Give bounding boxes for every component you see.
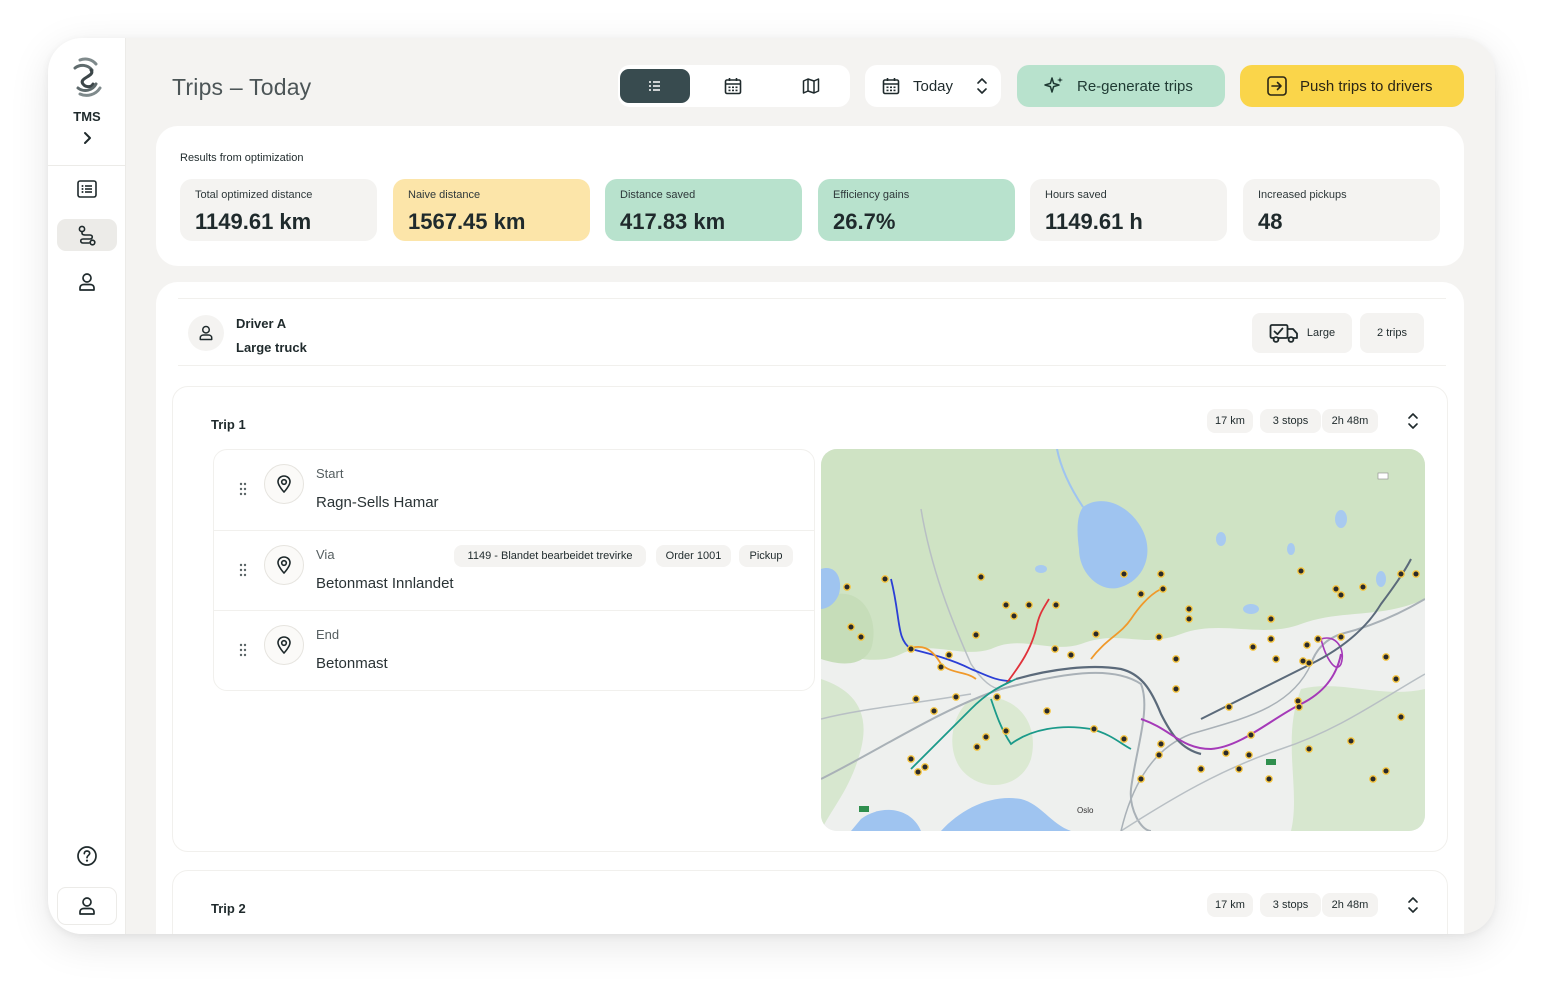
vehicle-size-label: Large: [1306, 327, 1336, 339]
stat-label: Naive distance: [408, 189, 481, 201]
drag-handle-icon[interactable]: [238, 563, 248, 577]
user-icon: [79, 273, 95, 291]
location-pin-icon: [264, 625, 304, 665]
trip-stops-badge: 3 stops: [1260, 893, 1321, 917]
trip-title: Trip 1: [211, 417, 246, 432]
results-title: Results from optimization: [180, 152, 304, 164]
trip-card: Trip 1 17 km 3 stops 2h 48m Start Ragn-S…: [172, 386, 1448, 852]
trip-card: Trip 2 17 km 3 stops 2h 48m: [172, 870, 1448, 934]
location-pin-icon: [264, 545, 304, 585]
route-icon: [78, 225, 96, 246]
logo-icon: [73, 57, 102, 97]
stat-value: 26.7%: [833, 209, 896, 234]
brand-label: TMS: [73, 109, 101, 124]
trip-duration-badge: 2h 48m: [1322, 893, 1378, 917]
view-calendar-button[interactable]: [698, 69, 768, 103]
stat-value: 1149.61 km: [195, 209, 312, 234]
stat-hours-saved: Hours saved 1149.61 h: [1030, 179, 1227, 241]
view-list-button[interactable]: [620, 69, 690, 103]
stat-label: Efficiency gains: [833, 189, 910, 201]
page-title: Trips – Today: [172, 74, 312, 100]
export-icon: [1267, 76, 1287, 96]
help-icon: [77, 846, 97, 866]
date-selector-label: Today: [913, 77, 954, 95]
list-icon: [649, 81, 660, 91]
list-icon: [77, 180, 97, 198]
material-tag: 1149 - Blandet bearbeidet trevirke: [454, 545, 646, 567]
sidebar-item-trip-list[interactable]: [57, 173, 117, 205]
view-switcher: [618, 65, 850, 107]
stop-type: Via: [316, 547, 335, 562]
sidebar-item-routes[interactable]: [57, 219, 117, 251]
stat-value: 1149.61 h: [1045, 209, 1143, 234]
vehicle-size-badge: Large: [1252, 313, 1352, 353]
stop-name: Betonmast Innlandet: [316, 575, 454, 592]
trip-count-badge: 2 trips: [1360, 313, 1424, 353]
trip-duration-badge: 2h 48m: [1322, 409, 1378, 433]
stop-item-via[interactable]: Via Betonmast Innlandet 1149 - Blandet b…: [214, 530, 814, 610]
trip-distance-badge: 17 km: [1207, 409, 1253, 433]
trip-stops-badge: 3 stops: [1260, 409, 1321, 433]
stat-total-optimized-distance: Total optimized distance 1149.61 km: [180, 179, 377, 241]
stop-name: Betonmast: [316, 655, 388, 672]
app-window: TMS Trips – Today Today Re-generate trip…: [48, 38, 1495, 934]
regenerate-trips-label: Re-generate trips: [1077, 77, 1193, 95]
trip-title: Trip 2: [211, 901, 246, 916]
location-pin-icon: [264, 464, 304, 504]
sidebar-divider: [48, 165, 125, 166]
expand-collapse-icon[interactable]: [1405, 409, 1421, 433]
calendar-icon: [724, 78, 742, 95]
pickup-tag: Pickup: [739, 545, 793, 567]
route-map[interactable]: Oslo: [821, 449, 1425, 831]
stat-efficiency-gains: Efficiency gains 26.7%: [818, 179, 1015, 241]
account-button[interactable]: [57, 887, 117, 925]
stat-value: 48: [1258, 209, 1283, 234]
map-city-label: Oslo: [1077, 806, 1094, 815]
stat-increased-pickups: Increased pickups 48: [1243, 179, 1440, 241]
stat-label: Increased pickups: [1258, 189, 1347, 201]
driver-card: Driver A Large truck Large 2 trips Trip …: [156, 282, 1464, 934]
date-selector[interactable]: Today: [865, 65, 1001, 107]
stat-label: Total optimized distance: [195, 189, 313, 201]
sidebar-item-drivers[interactable]: [57, 266, 117, 298]
stat-label: Distance saved: [620, 189, 696, 201]
sparkle-icon: [1044, 77, 1063, 93]
stop-list: Start Ragn-Sells Hamar Via Betonmast Inn…: [213, 449, 815, 691]
order-tag: Order 1001: [656, 545, 731, 567]
driver-avatar: [188, 315, 224, 351]
user-icon: [79, 897, 95, 915]
calendar-icon: [882, 78, 900, 95]
push-trips-button[interactable]: Push trips to drivers: [1240, 65, 1464, 107]
expand-collapse-icon[interactable]: [1405, 893, 1421, 917]
chevron-right-icon[interactable]: [79, 130, 95, 146]
regenerate-trips-button[interactable]: Re-generate trips: [1017, 65, 1225, 107]
stat-label: Hours saved: [1045, 189, 1107, 201]
chevron-up-down-icon: [977, 78, 987, 94]
route-map-canvas: Oslo: [821, 449, 1425, 831]
stat-naive-distance: Naive distance 1567.45 km: [393, 179, 590, 241]
stop-type: Start: [316, 466, 344, 481]
view-map-button[interactable]: [776, 69, 846, 103]
optimization-results: Results from optimization Total optimize…: [156, 126, 1464, 266]
stop-type: End: [316, 627, 340, 642]
driver-header[interactable]: Driver A Large truck Large 2 trips: [178, 298, 1446, 366]
truck-icon: [1269, 324, 1298, 343]
driver-name: Driver A: [236, 316, 287, 331]
drag-handle-icon[interactable]: [238, 482, 248, 496]
stat-distance-saved: Distance saved 417.83 km: [605, 179, 802, 241]
sidebar: TMS: [48, 38, 126, 934]
map-icon: [802, 78, 820, 94]
trip-distance-badge: 17 km: [1207, 893, 1253, 917]
drag-handle-icon[interactable]: [238, 643, 248, 657]
push-trips-label: Push trips to drivers: [1300, 77, 1433, 95]
help-button[interactable]: [57, 840, 117, 872]
driver-vehicle: Large truck: [236, 340, 307, 355]
stop-item-start[interactable]: Start Ragn-Sells Hamar: [214, 450, 814, 530]
user-icon: [199, 325, 213, 341]
stat-value: 417.83 km: [620, 209, 726, 234]
stop-name: Ragn-Sells Hamar: [316, 494, 439, 511]
stop-item-end[interactable]: End Betonmast: [214, 610, 814, 690]
stat-value: 1567.45 km: [408, 209, 526, 234]
